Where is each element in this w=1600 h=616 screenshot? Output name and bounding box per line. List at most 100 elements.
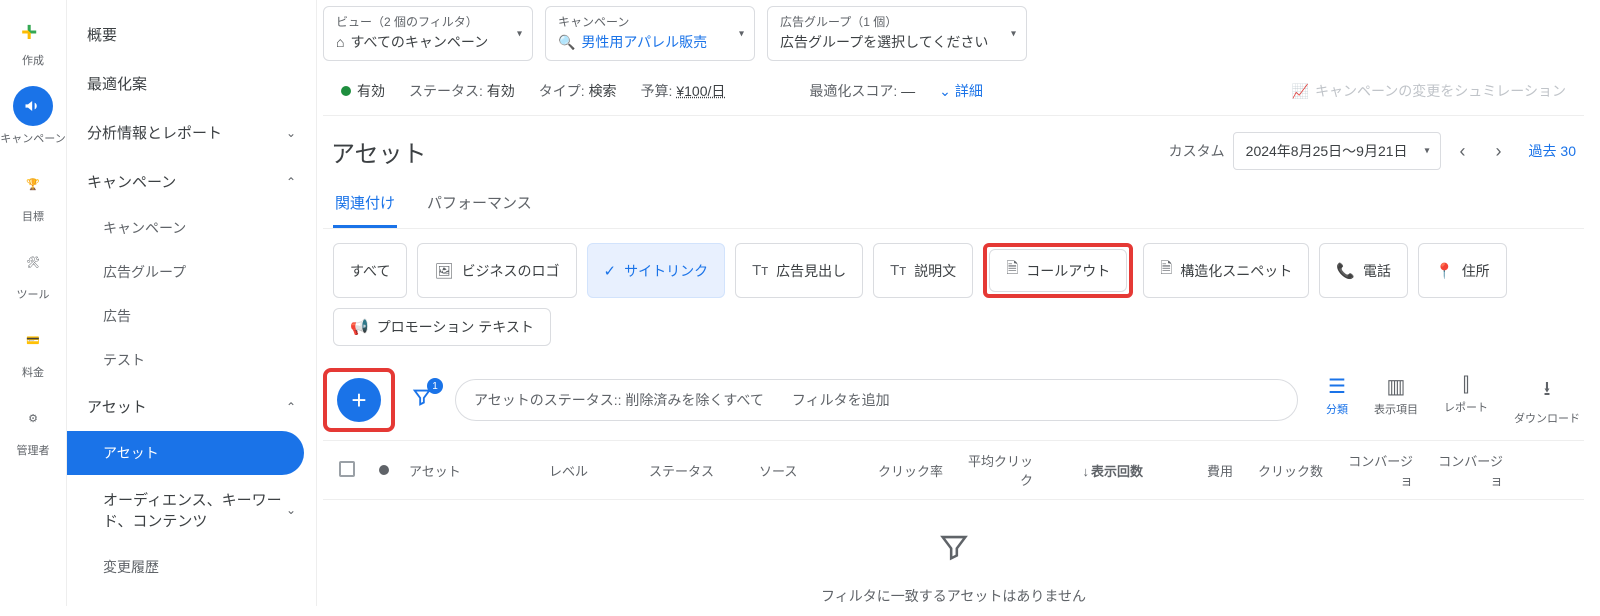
type-kv: タイプ: 検索 [539,81,617,101]
chip-sitelink[interactable]: ✓ サイトリンク [587,243,726,298]
green-dot-icon [341,86,351,96]
nav-insights[interactable]: 分析情報とレポート⌄ [67,108,316,157]
report-icon: ⫿ [1463,374,1469,397]
rail-campaigns-label: キャンペーン [0,130,65,146]
nav-sub-history[interactable]: 変更履歴 [67,545,316,589]
ticon-columns[interactable]: ▥表示項目 [1374,374,1418,426]
chip-label: 広告見出し [776,261,846,281]
chip-label: コールアウト [1026,261,1110,281]
nav-assets-group[interactable]: アセット⌃ [67,382,316,431]
sort-desc-icon: ↓ [1082,464,1089,479]
filter-bar[interactable]: アセットのステータス:: 削除済みを除くすべて フィルタを追加 [455,379,1298,421]
promo-icon: 📢 [350,318,369,336]
chip-description[interactable]: Tᴛ説明文 [873,243,973,298]
nav-label: 概要 [87,24,117,45]
status-kv: ステータス: 有効 [409,81,515,101]
nav-label: 最適化案 [87,73,147,94]
check-icon: ✓ [604,262,617,280]
th-status[interactable]: ステータス [641,461,751,480]
chevron-down-icon: ⌄ [939,83,951,99]
crumb-campaign[interactable]: キャンペーン 🔍男性用アパレル販売 ▾ [545,6,755,61]
tab-association[interactable]: 関連付け [333,180,397,228]
crumb-label: キャンペーン [558,13,742,30]
chart-icon: 📈 [1292,83,1309,100]
megaphone-icon [13,86,53,126]
rail-campaigns[interactable]: キャンペーン [0,86,65,146]
filter-button[interactable]: 1 [407,382,437,418]
rail-create[interactable]: 作成 [13,8,53,68]
chip-all[interactable]: すべて [333,243,407,298]
th-impressions[interactable]: ↓表示回数 [1041,461,1151,480]
rail-admin-label: 管理者 [17,442,50,458]
date-past30-link[interactable]: 過去 30 [1529,141,1576,161]
th-level[interactable]: レベル [541,461,641,480]
chip-headline[interactable]: Tᴛ広告見出し [735,243,863,298]
phone-icon: 📞 [1336,262,1355,280]
breadcrumb-selectors: ビュー（2 個のフィルタ） ⌂すべてのキャンペーン ▾ キャンペーン 🔍男性用ア… [323,0,1584,67]
date-range-picker[interactable]: 2024年8月25日～9月21日 [1233,132,1441,170]
th-status-dot[interactable] [371,463,401,478]
nav-sub-tests[interactable]: テスト [67,338,316,382]
image-icon: 🖼 [434,262,453,280]
simulate-label: キャンペーンの変更をシュミレーション [1315,81,1566,101]
tab-performance[interactable]: パフォーマンス [425,180,534,228]
nav-campaigns-group[interactable]: キャンペーン⌃ [67,157,316,206]
left-rail: 作成 キャンペーン 🏆 目標 🛠 ツール 💳 料金 ⚙ 管理者 [0,0,67,606]
th-source[interactable]: ソース [751,461,861,480]
budget-kv[interactable]: 予算: ¥100/日 [641,81,726,101]
date-controls: カスタム 2024年8月25日～9月21日 ‹ › 過去 30 [1169,132,1576,170]
segment-icon: ☰ [1328,374,1346,399]
th-conversions-2[interactable]: コンバージョ [1421,451,1511,489]
date-prev-button[interactable]: ‹ [1449,141,1477,162]
chip-location[interactable]: 📍住所 [1418,243,1507,298]
nav-sub-ads[interactable]: 広告 [67,294,316,338]
checkbox-icon [339,461,355,477]
date-prefix: カスタム [1169,141,1225,161]
page-title: アセット [331,134,427,169]
nav-recommendations[interactable]: 最適化案 [67,59,316,108]
th-avg-click[interactable]: 平均クリック [951,451,1041,489]
chip-promo[interactable]: 📢プロモーション テキスト [333,308,551,346]
nav-overview[interactable]: 概要 [67,10,316,59]
filter-add[interactable]: フィルタを追加 [792,390,890,410]
ticon-segment[interactable]: ☰分類 [1326,374,1348,426]
card-icon: 💳 [13,320,53,360]
ticon-download[interactable]: ⭳ ダウンロード [1514,374,1580,426]
home-icon: ⌂ [336,34,344,50]
nav-sub-adgroups[interactable]: 広告グループ [67,250,316,294]
chip-callout[interactable]: 🗎コールアウト [989,249,1127,292]
nav-sub-audiences[interactable]: オーディエンス、キーワード、コンテンツ⌄ [67,475,316,545]
rail-admin[interactable]: ⚙ 管理者 [13,398,53,458]
campaign-summary-bar: 有効 ステータス: 有効 タイプ: 検索 予算: ¥100/日 最適化スコア: … [323,67,1584,109]
chip-label: サイトリンク [624,261,708,281]
nav-sub-assets[interactable]: アセット [67,431,304,475]
nav-sub-campaigns[interactable]: キャンペーン [67,206,316,250]
chip-label: 電話 [1363,261,1391,281]
th-checkbox[interactable] [331,461,371,480]
score-kv: 最適化スコア: — [809,81,915,101]
text-icon: Tᴛ [890,262,906,279]
chip-logo[interactable]: 🖼ビジネスのロゴ [417,243,576,298]
th-conversions-1[interactable]: コンバージョ [1331,451,1421,489]
th-ctr[interactable]: クリック率 [861,461,951,480]
asset-type-chips: すべて 🖼ビジネスのロゴ ✓サイトリンク Tᴛ広告見出し Tᴛ説明文 🗎コールア… [323,229,1584,360]
th-cost[interactable]: 費用 [1151,461,1241,480]
filter-chip-status[interactable]: アセットのステータス:: 削除済みを除くすべて [474,390,764,410]
rail-goals[interactable]: 🏆 目標 [13,164,53,224]
download-icon: ⭳ [1544,374,1551,408]
add-asset-button[interactable]: + [337,378,381,422]
details-toggle[interactable]: ⌄詳細 [939,81,983,101]
chip-snippet[interactable]: 🗎構造化スニペット [1143,243,1309,298]
status-indicator: 有効 [341,81,385,101]
ticon-report[interactable]: ⫿レポート [1444,374,1488,426]
chip-phone[interactable]: 📞 電話 [1319,243,1408,298]
empty-state: フィルタに一致するアセットはありません [323,500,1584,616]
crumb-view[interactable]: ビュー（2 個のフィルタ） ⌂すべてのキャンペーン ▾ [323,6,533,61]
ticon-label: ダウンロード [1514,410,1580,426]
date-next-button[interactable]: › [1485,141,1513,162]
rail-tools[interactable]: 🛠 ツール [13,242,53,302]
crumb-adgroup[interactable]: 広告グループ（1 個） 広告グループを選択してください ▾ [767,6,1027,61]
rail-billing[interactable]: 💳 料金 [13,320,53,380]
th-asset[interactable]: アセット [401,461,541,480]
th-clicks[interactable]: クリック数 [1241,461,1331,480]
